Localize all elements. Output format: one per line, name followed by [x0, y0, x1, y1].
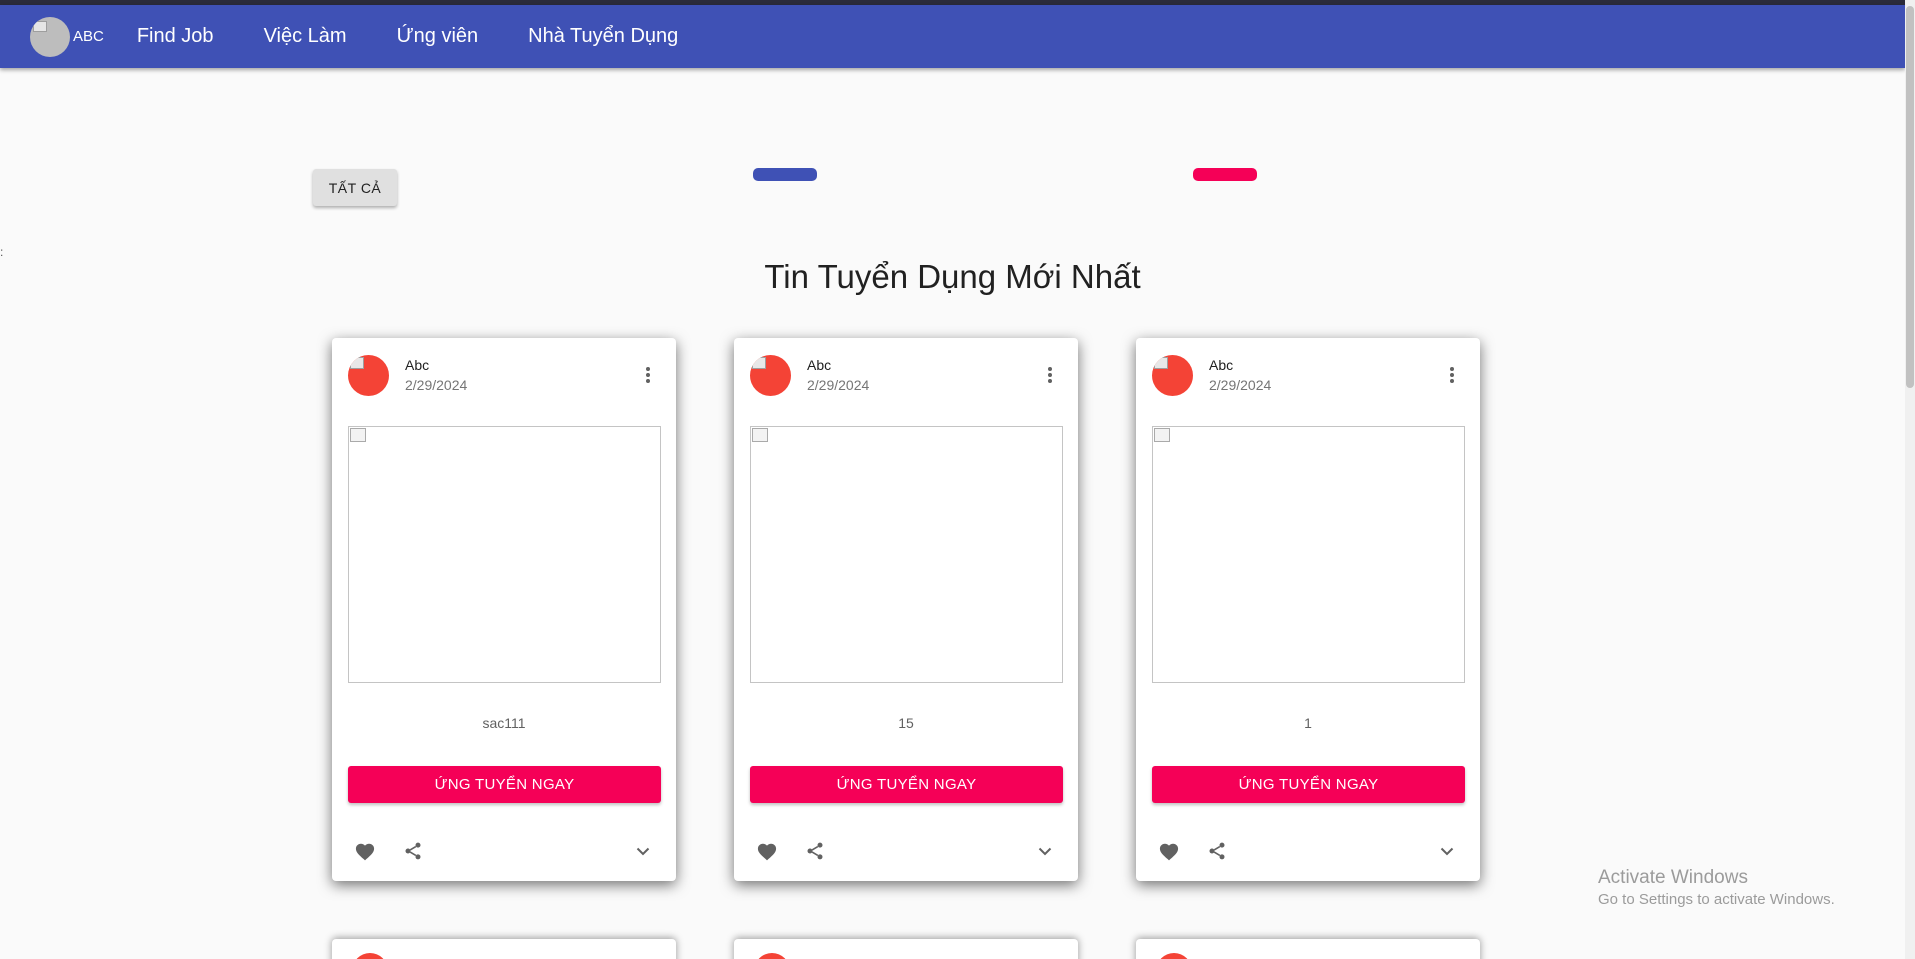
card-content: 1 [1304, 715, 1312, 731]
watermark-title: Activate Windows [1598, 867, 1748, 888]
job-card: Abc 2/29/2024 1 ỨNG TUYỂN NGAY [1136, 338, 1480, 881]
share-icon[interactable] [1200, 836, 1234, 866]
job-card: Abc 2/29/2024 sac111 ỨNG TUYỂN NGAY [332, 338, 676, 881]
broken-image-icon [752, 428, 768, 442]
card-header: Abc 2/29/2024 [1152, 354, 1464, 396]
share-icon[interactable] [396, 836, 430, 866]
card-date: 2/29/2024 [405, 377, 468, 393]
chevron-down-icon[interactable] [626, 836, 660, 866]
broken-image-icon [1154, 428, 1170, 442]
job-card-peek [332, 939, 676, 959]
watermark-subtitle: Go to Settings to activate Windows. [1598, 891, 1835, 908]
chevron-down-icon[interactable] [1028, 836, 1062, 866]
card-meta: Abc 2/29/2024 [405, 355, 636, 395]
page-scrollbar[interactable] [1905, 0, 1915, 959]
heart-icon[interactable] [1152, 836, 1186, 866]
broken-image-icon [350, 428, 366, 442]
filter-blue-button[interactable] [753, 168, 817, 181]
card-header: Abc 2/29/2024 [750, 354, 1062, 396]
avatar [1152, 354, 1193, 396]
avatar [352, 953, 388, 959]
nav-ung-vien[interactable]: Ứng viên [397, 25, 479, 48]
more-vert-icon[interactable] [1440, 363, 1464, 387]
card-content: 15 [898, 715, 914, 731]
avatar [754, 953, 790, 959]
card-author: Abc [1209, 357, 1234, 373]
card-meta: Abc 2/29/2024 [807, 355, 1038, 395]
card-image [750, 426, 1063, 683]
filter-pink-button[interactable] [1193, 168, 1257, 181]
card-author: Abc [807, 357, 832, 373]
card-date: 2/29/2024 [1209, 377, 1272, 393]
logo-text: ABC [73, 28, 104, 45]
job-card-peek [734, 939, 1078, 959]
apply-now-button[interactable]: ỨNG TUYỂN NGAY [750, 766, 1063, 803]
chevron-down-icon[interactable] [1430, 836, 1464, 866]
card-author: Abc [405, 357, 430, 373]
more-vert-icon[interactable] [1038, 363, 1062, 387]
more-vert-icon[interactable] [636, 363, 660, 387]
app-bar: ABC Find Job Việc Làm Ứng viên Nhà Tuyển… [0, 5, 1905, 68]
card-image [1152, 426, 1465, 683]
windows-activation-watermark: Activate Windows Go to Settings to activ… [1598, 866, 1835, 910]
card-header: Abc 2/29/2024 [348, 354, 660, 396]
apply-now-button[interactable]: ỨNG TUYỂN NGAY [348, 766, 661, 803]
card-date: 2/29/2024 [807, 377, 870, 393]
left-edge-mark: : [0, 245, 4, 259]
card-actions [348, 836, 660, 866]
job-card: Abc 2/29/2024 15 ỨNG TUYỂN NGAY [734, 338, 1078, 881]
avatar [750, 354, 791, 396]
card-actions [1152, 836, 1464, 866]
card-content: sac111 [482, 715, 526, 731]
job-card-peek [1136, 939, 1480, 959]
card-image [348, 426, 661, 683]
apply-now-button[interactable]: ỨNG TUYỂN NGAY [1152, 766, 1465, 803]
scrollbar-thumb[interactable] [1906, 6, 1914, 388]
logo-avatar [30, 16, 70, 57]
avatar [348, 354, 389, 396]
nav-viec-lam[interactable]: Việc Làm [264, 25, 347, 48]
filter-all-button[interactable]: TẤT CẢ [313, 169, 397, 206]
nav-nha-tuyen-dung[interactable]: Nhà Tuyển Dụng [528, 25, 678, 48]
nav-find-job[interactable]: Find Job [137, 25, 214, 48]
heart-icon[interactable] [348, 836, 382, 866]
card-actions [750, 836, 1062, 866]
heart-icon[interactable] [750, 836, 784, 866]
section-title: Tin Tuyển Dụng Mới Nhất [764, 258, 1141, 295]
logo[interactable]: ABC [30, 16, 104, 57]
share-icon[interactable] [798, 836, 832, 866]
card-meta: Abc 2/29/2024 [1209, 355, 1440, 395]
avatar [1156, 953, 1192, 959]
